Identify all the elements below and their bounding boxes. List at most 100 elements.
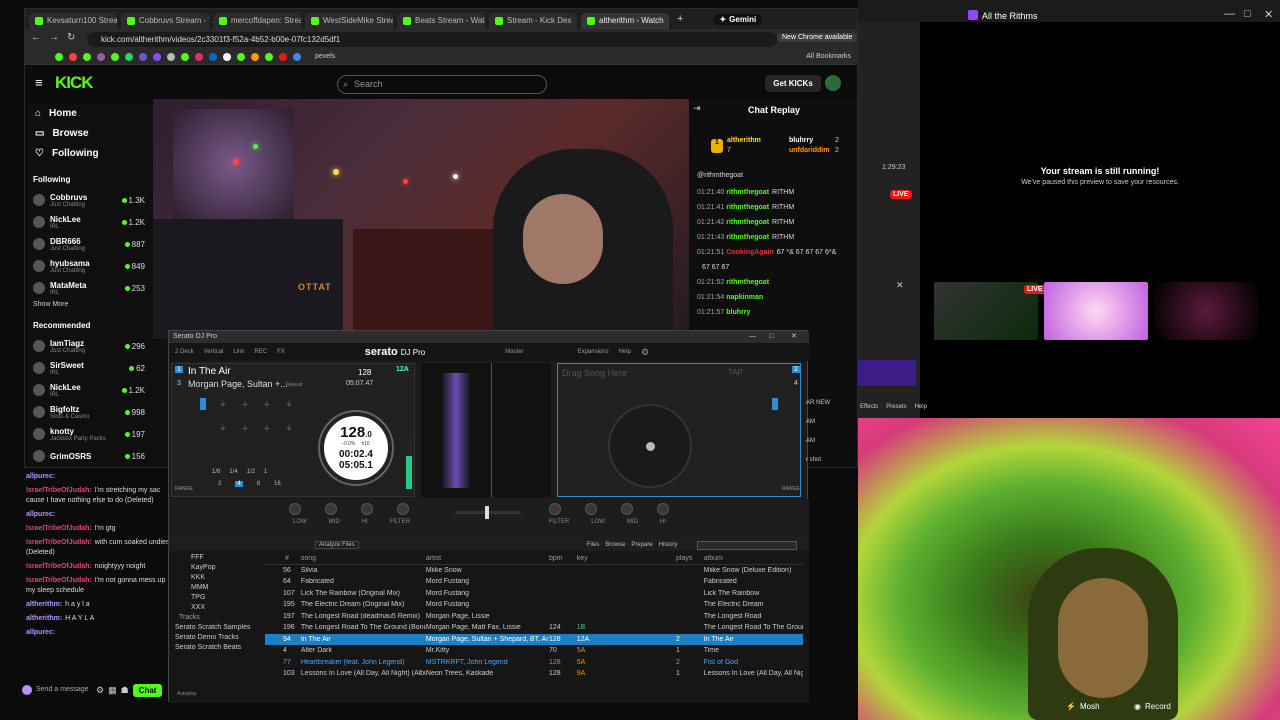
bookmark-icon[interactable] — [111, 52, 119, 61]
sidebar-channel[interactable]: DBR666 Just Chatting 887 — [25, 233, 151, 255]
browser-tab-active[interactable]: altherithm - Watch — [581, 12, 669, 29]
browser-tab[interactable]: Kevsaturn100 Stream — [29, 12, 117, 29]
bookmark-icon[interactable] — [279, 52, 287, 61]
table-row[interactable]: 77 Heartbreaker (feat. John Legend) MSTRKR… — [265, 657, 803, 669]
pitch-fader[interactable] — [200, 398, 206, 410]
new-tab-button[interactable]: + — [677, 13, 683, 25]
calendar-icon[interactable]: ▦ — [108, 685, 117, 696]
menu-help[interactable]: Help — [915, 404, 927, 410]
sidebar-channel[interactable]: GrimOSRS 156 — [25, 445, 151, 467]
eq-knobs-a[interactable] — [289, 503, 409, 515]
table-row[interactable]: 195 The Electric Dream (Original Mix) Mord… — [265, 599, 803, 611]
browser-tab[interactable]: WestSideMike Stream — [305, 12, 393, 29]
show-more-link[interactable]: Show More — [25, 301, 151, 315]
nav-browse[interactable]: ▭ Browse — [25, 123, 151, 143]
eq-knobs-b[interactable] — [549, 503, 669, 515]
crate-item[interactable]: KayPop — [171, 563, 261, 573]
message-user[interactable]: CookingAgain — [726, 249, 773, 256]
message-user[interactable]: IsraelTribeOfJudah: — [26, 525, 92, 532]
table-row[interactable]: 196 The Longest Road To The Ground (Bonus… — [265, 622, 803, 634]
table-row[interactable]: 56 Silvia Miike Snow Miike Snow (Deluxe Edi… — [265, 565, 803, 577]
message-user[interactable]: rithmthegoat — [726, 189, 769, 196]
table-row[interactable]: 103 Lessons In Love (All Day, All Night) … — [265, 668, 803, 680]
menu-presets[interactable]: Presets — [886, 404, 906, 410]
sidebar-channel[interactable]: SirSweet IRL 62 — [25, 357, 151, 379]
fx-button[interactable]: FX — [277, 349, 285, 355]
avatar[interactable] — [825, 75, 841, 91]
maximize-icon[interactable]: □ — [1244, 8, 1251, 20]
crate-item[interactable]: Serato Scratch Samples — [171, 623, 261, 633]
minimize-icon[interactable]: — — [749, 331, 756, 343]
table-row[interactable]: 107 Lick The Rainbow (Original Mix) Mord F… — [265, 588, 803, 600]
bookmark-icon[interactable] — [223, 52, 231, 61]
bookmark-icon[interactable] — [97, 52, 105, 61]
bookmark-icon[interactable] — [69, 52, 77, 61]
bookmark-icon[interactable] — [237, 52, 245, 61]
analyze-files-button[interactable]: Analyze Files — [315, 541, 359, 549]
emote-icon[interactable] — [22, 685, 32, 695]
preview-thumbnail[interactable] — [1044, 282, 1148, 340]
crate-item[interactable]: Serato Scratch Beats — [171, 643, 261, 653]
help-button[interactable]: Help — [619, 349, 631, 355]
rec-button[interactable]: REC — [254, 349, 267, 355]
crate-item[interactable]: MMM — [171, 583, 261, 593]
bookmark-pexels[interactable]: pexels — [315, 53, 335, 60]
message-user[interactable]: rithmthegoat — [726, 219, 769, 226]
send-message-input[interactable]: Send a message — [36, 686, 92, 694]
menu-effects[interactable]: Effects — [860, 404, 878, 410]
bookmark-icon[interactable] — [181, 52, 189, 61]
crate-item[interactable]: XXX — [171, 603, 261, 613]
back-icon[interactable]: ← — [31, 32, 41, 43]
bookmark-icon[interactable] — [167, 52, 175, 61]
message-user[interactable]: allpurec: — [26, 511, 55, 518]
maximize-icon[interactable]: □ — [769, 331, 773, 343]
nav-following[interactable]: ♡ Following — [25, 143, 151, 163]
deck-mode-button[interactable]: 2 Deck — [175, 349, 194, 355]
mosh-button[interactable]: ⚡ Mosh — [1066, 702, 1100, 711]
message-user[interactable]: altherithm: — [26, 615, 62, 622]
message-user[interactable]: IsraelTribeOfJudah: — [26, 487, 92, 494]
message-user[interactable]: rithmthegoat — [726, 204, 769, 211]
hamburger-icon[interactable]: ≡ — [35, 75, 43, 90]
expansions-button[interactable]: Expansions — [578, 349, 609, 355]
highlighted-control[interactable] — [858, 360, 916, 386]
autoplay-toggle[interactable]: Autoplay — [177, 691, 196, 697]
bookmark-icon[interactable] — [153, 52, 161, 61]
minimize-icon[interactable]: — — [1224, 8, 1235, 20]
people-icon[interactable]: ☗ — [121, 685, 129, 696]
message-user[interactable]: rithmthegoat — [726, 234, 769, 241]
close-icon[interactable]: ✕ — [1264, 8, 1273, 21]
message-user[interactable]: napkinman — [726, 294, 763, 301]
browser-tab[interactable]: mercoffdapen: Stream — [213, 12, 301, 29]
message-user[interactable]: IsraelTribeOfJudah: — [26, 539, 92, 546]
message-user[interactable]: allpurec: — [26, 473, 55, 480]
get-kicks-button[interactable]: Get KICKs — [765, 75, 821, 92]
bookmark-icon[interactable] — [195, 52, 203, 61]
table-row[interactable]: 94 In The Air Morgan Page, Sultan + Shepar… — [265, 633, 803, 645]
message-user[interactable]: rithmthegoat — [726, 279, 769, 286]
gemini-button[interactable]: ✦ Gemini — [713, 13, 763, 25]
message-user[interactable]: bluhrry — [726, 309, 750, 316]
repeat-toggle[interactable]: Repeat — [286, 382, 302, 388]
link-button[interactable]: Link — [233, 349, 244, 355]
message-user[interactable]: altherithm: — [26, 601, 62, 608]
layout-button[interactable]: Vertical — [204, 349, 224, 355]
all-bookmarks[interactable]: All Bookmarks — [806, 53, 851, 60]
sidebar-channel[interactable]: Cobbruvs Just Chatting 1.3K — [25, 189, 151, 211]
sidebar-channel[interactable]: IamTiagz Just Chatting 296 — [25, 335, 151, 357]
crossfader[interactable] — [455, 506, 521, 519]
close-icon[interactable]: ✕ — [791, 331, 797, 343]
browser-tab[interactable]: Stream - Kick Dex — [489, 12, 577, 29]
tab-history[interactable]: History — [659, 542, 678, 548]
preview-thumbnail[interactable] — [1154, 282, 1258, 340]
nav-home[interactable]: ⌂ Home — [25, 103, 151, 123]
chat-button[interactable]: Chat — [132, 683, 163, 697]
table-row[interactable]: 64 Fabricated Mord Fustang Fabricated — [265, 576, 803, 588]
loop-size-row[interactable]: 2 4 8 16 — [218, 481, 281, 487]
settings-icon[interactable]: ⚙ — [96, 685, 104, 696]
crate-item[interactable]: FFF — [171, 553, 261, 563]
bookmark-icon[interactable] — [83, 52, 91, 61]
deck-b-platter[interactable] — [608, 404, 692, 488]
cue-pad-grid[interactable]: + + + + + + + + — [216, 398, 306, 436]
sidebar-channel[interactable]: NickLee IRL 1.2K — [25, 379, 151, 401]
